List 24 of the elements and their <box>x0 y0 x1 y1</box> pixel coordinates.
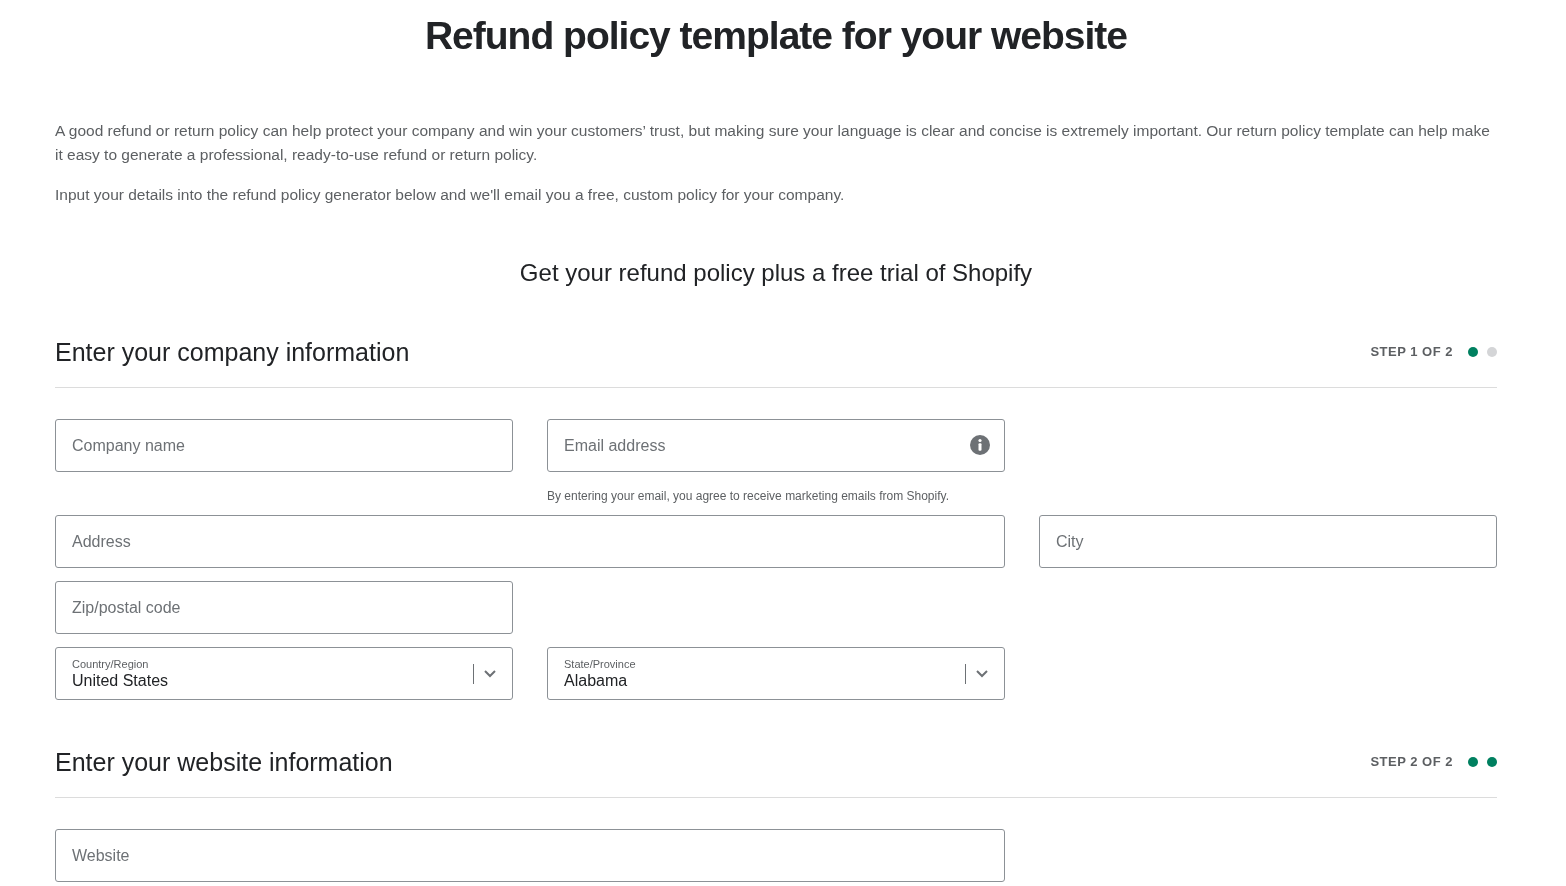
input-field[interactable]: Zip/postal code <box>55 581 513 634</box>
input-field[interactable]: City <box>1039 515 1497 568</box>
input-field[interactable]: Address <box>55 515 1005 568</box>
step-label: STEP 1 OF 2 <box>1370 343 1453 362</box>
email-consent-note: By entering your email, you agree to receive marketing emails from Shopify. <box>547 489 949 504</box>
select-field[interactable]: State/Province Alabama <box>547 647 1005 700</box>
chevron-down-icon[interactable] <box>976 669 988 678</box>
info-icon[interactable] <box>970 435 990 455</box>
email-field[interactable]: Email address <box>547 419 1005 472</box>
field-value: United States <box>72 670 169 691</box>
intro-paragraph: A good refund or return policy can help protect your company and win your customers’ trust, but making sure your language is clear and concise is extremely important. Our return policy template can help make it easy to generate a professional, ready-to-use refund or return policy. <box>55 121 1491 165</box>
input-field[interactable]: Website <box>55 829 1005 882</box>
subtitle: Get your refund policy plus a free trial of Shopify <box>519 258 1033 288</box>
chevron-down-icon[interactable] <box>484 669 496 678</box>
field-value: Alabama <box>564 670 628 691</box>
section-title: Enter your company information <box>55 337 410 368</box>
page-title: Refund policy template for your website <box>424 13 1128 59</box>
select-field[interactable]: Country/Region United States <box>55 647 513 700</box>
field-label: State/Province <box>564 656 636 671</box>
field-label: Country/Region <box>72 656 149 671</box>
input-field[interactable]: Company name <box>55 419 513 472</box>
step-label: STEP 2 OF 2 <box>1370 753 1453 772</box>
intro-paragraph: Input your details into the refund policy generator below and we'll email you a free, custom policy for your company. <box>55 185 846 205</box>
section-title: Enter your website information <box>55 747 393 778</box>
